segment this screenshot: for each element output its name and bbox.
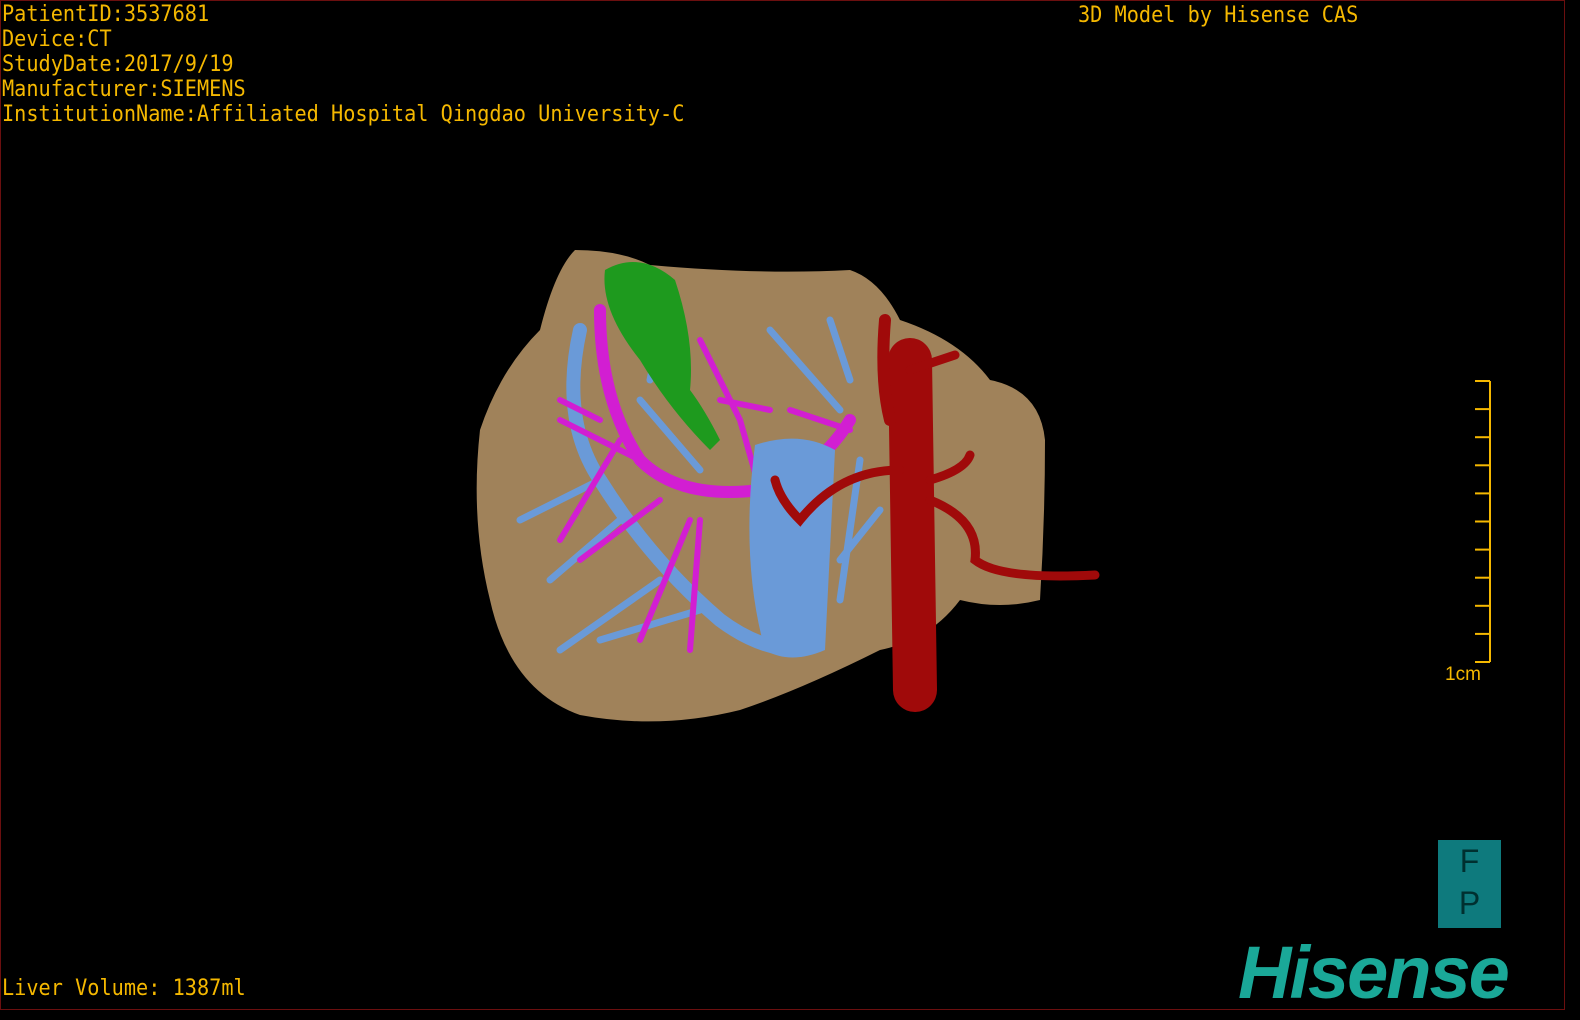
liver-3d-model[interactable] [0, 0, 1580, 1020]
patient-id: PatientID:3537681 [2, 2, 210, 27]
study-date: StudyDate:2017/9/19 [2, 52, 234, 77]
institution-name: InstitutionName:Affiliated Hospital Qing… [2, 102, 685, 127]
orientation-cube[interactable]: F P [1438, 840, 1501, 928]
model-brand-text: 3D Model by Hisense CAS [1078, 3, 1359, 28]
scale-bar [1475, 380, 1491, 663]
hisense-logo: Hisense [1238, 931, 1510, 1014]
orientation-top: F [1459, 843, 1480, 879]
study-info: PatientID:3537681 Device:CT StudyDate:20… [2, 2, 744, 127]
liver-volume: Liver Volume: 1387ml [2, 976, 246, 1001]
scale-bar-label: 1cm [1445, 664, 1481, 685]
manufacturer: Manufacturer:SIEMENS [2, 77, 246, 102]
orientation-bottom: P [1458, 885, 1481, 921]
device: Device:CT [2, 27, 112, 52]
inferior-vena-cava [749, 438, 835, 658]
